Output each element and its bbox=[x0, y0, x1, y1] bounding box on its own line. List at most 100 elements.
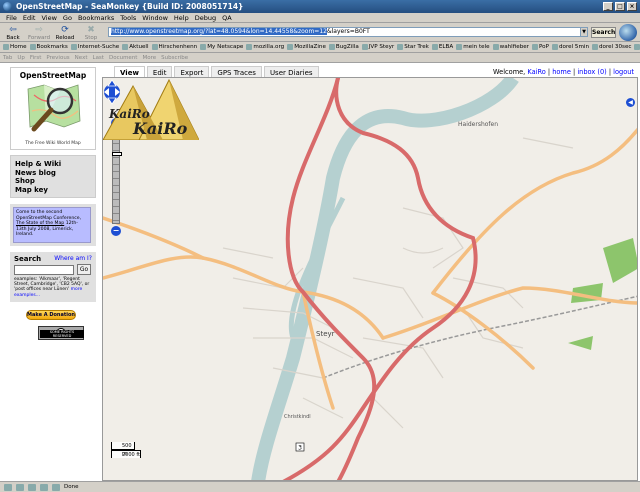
donate-button[interactable]: Make A Donation bbox=[26, 310, 76, 320]
status-icon bbox=[40, 483, 48, 491]
site-nav-previous[interactable]: Previous bbox=[46, 55, 69, 61]
kairo-watermark-logo: KaiRo KaiRo bbox=[103, 78, 199, 140]
menu-bar: File Edit View Go Bookmarks Tools Window Help De… bbox=[0, 13, 640, 23]
minimize-button[interactable]: _ bbox=[603, 2, 613, 11]
slippy-map[interactable]: 3 Haidershofen Steyr Christkindl + − ◀ 5… bbox=[102, 77, 638, 481]
bookmark-item[interactable]: mozilla.org bbox=[246, 44, 284, 50]
bookmark-item[interactable]: MozillaZine bbox=[287, 44, 326, 50]
notice-line1: Come to the second OpenStreetMap Confere… bbox=[16, 210, 82, 221]
site-nav-subscribe[interactable]: Subscribe bbox=[161, 55, 188, 61]
bookmark-icon bbox=[431, 44, 438, 50]
zoom-slider-handle[interactable] bbox=[112, 152, 122, 156]
bookmark-item[interactable]: PoP bbox=[531, 44, 549, 50]
forward-button[interactable]: ⇨ Forward bbox=[26, 23, 52, 41]
close-button[interactable]: × bbox=[627, 2, 637, 11]
conference-notice: Come to the second OpenStreetMap Confere… bbox=[10, 204, 96, 246]
bookmark-label: dorel 5min bbox=[558, 44, 589, 50]
bookmark-label: wahlfieber bbox=[499, 44, 529, 50]
menu-file[interactable]: File bbox=[6, 14, 17, 22]
menu-bookmarks[interactable]: Bookmarks bbox=[78, 14, 114, 22]
menu-window[interactable]: Window bbox=[142, 14, 168, 22]
bookmark-item[interactable]: Home bbox=[3, 44, 27, 50]
bookmark-item[interactable]: Hirschenhenn bbox=[151, 44, 197, 50]
bookmark-item[interactable]: dorel 5min bbox=[551, 44, 589, 50]
layer-switcher-button[interactable]: ◀ bbox=[626, 98, 635, 107]
inbox-link[interactable]: inbox (0) bbox=[577, 68, 606, 76]
place-label-haidershofen: Haidershofen bbox=[458, 121, 498, 128]
reload-button[interactable]: ⟳ Reload bbox=[52, 23, 78, 41]
site-nav-document[interactable]: Document bbox=[109, 55, 138, 61]
throbber-icon[interactable] bbox=[619, 24, 637, 41]
bookmark-icon bbox=[29, 44, 36, 50]
search-button[interactable]: Search bbox=[591, 27, 616, 38]
stop-button[interactable]: ✖ Stop bbox=[78, 23, 104, 41]
menu-tools[interactable]: Tools bbox=[120, 14, 136, 22]
status-icon bbox=[16, 483, 24, 491]
osm-logo-icon bbox=[27, 84, 81, 132]
site-nav-first[interactable]: First bbox=[30, 55, 42, 61]
web-page: OpenStreetMap The Free Wiki World Map He… bbox=[0, 63, 640, 481]
seamonkey-icon bbox=[3, 2, 12, 11]
site-nav-up[interactable]: Up bbox=[17, 55, 25, 61]
bookmark-label: Aktuell bbox=[129, 44, 149, 50]
bookmark-item[interactable]: JVP Steyr bbox=[361, 44, 394, 50]
bookmark-icon bbox=[492, 44, 499, 50]
bookmark-icon bbox=[551, 44, 558, 50]
menu-edit[interactable]: Edit bbox=[23, 14, 36, 22]
news-blog-link[interactable]: News blog bbox=[15, 169, 91, 178]
url-input[interactable]: http://www.openstreetmap.org/?lat=48.059… bbox=[108, 27, 588, 37]
bookmark-item[interactable]: ELBA bbox=[431, 44, 453, 50]
forward-icon: ⇨ bbox=[35, 25, 43, 35]
bookmark-icon bbox=[361, 44, 368, 50]
logo-box[interactable]: OpenStreetMap The Free Wiki World Map bbox=[10, 67, 96, 150]
help-wiki-link[interactable]: Help & Wiki bbox=[15, 160, 91, 169]
shop-link[interactable]: Shop bbox=[15, 177, 91, 186]
scale-bar: 500 m 2000 ft bbox=[111, 442, 141, 458]
bookmark-label: BugZilla bbox=[335, 44, 359, 50]
menu-view[interactable]: View bbox=[41, 14, 56, 22]
bookmark-item[interactable]: Bookmarks bbox=[29, 44, 68, 50]
sidebar-nav: Help & Wiki News blog Shop Map key bbox=[10, 155, 96, 198]
stop-icon: ✖ bbox=[87, 25, 95, 35]
bookmark-item[interactable]: dorel 30sec bbox=[592, 44, 631, 50]
site-nav-more[interactable]: More bbox=[142, 55, 156, 61]
site-nav-next[interactable]: Next bbox=[75, 55, 88, 61]
home-link[interactable]: home bbox=[552, 68, 571, 76]
zoom-slider[interactable] bbox=[112, 129, 122, 224]
bookmark-label: Bookmarks bbox=[36, 44, 68, 50]
creative-commons-badge[interactable]: cc SOME RIGHTS RESERVED bbox=[38, 326, 84, 340]
zoom-out-button[interactable]: − bbox=[111, 226, 121, 236]
forest-area bbox=[603, 238, 637, 283]
site-nav-tab[interactable]: Tab bbox=[3, 55, 12, 61]
bookmark-item[interactable]: wahlfieber bbox=[492, 44, 529, 50]
bookmark-item[interactable]: My Netscape bbox=[200, 44, 243, 50]
user-link[interactable]: KaiRo bbox=[527, 68, 545, 76]
cc-label: SOME RIGHTS RESERVED bbox=[40, 330, 84, 338]
go-button[interactable]: Go bbox=[77, 264, 91, 275]
maximize-button[interactable]: □ bbox=[615, 2, 625, 11]
bookmark-item[interactable]: Star Trek bbox=[397, 44, 429, 50]
bookmarks-toolbar: Home Bookmarks Internet-Suche Aktuell Hirsch… bbox=[0, 42, 640, 53]
menu-debug[interactable]: Debug bbox=[195, 14, 216, 22]
logout-link[interactable]: logout bbox=[613, 68, 634, 76]
bookmark-label: Star Trek bbox=[404, 44, 429, 50]
where-am-i-link[interactable]: Where am I? bbox=[54, 255, 92, 262]
status-icon bbox=[52, 483, 60, 491]
menu-go[interactable]: Go bbox=[63, 14, 72, 22]
notice-content: Come to the second OpenStreetMap Confere… bbox=[13, 207, 91, 243]
menu-qa[interactable]: QA bbox=[222, 14, 232, 22]
bookmark-icon bbox=[592, 44, 598, 50]
bookmark-icon bbox=[3, 44, 9, 50]
bookmark-item[interactable]: BugZilla bbox=[328, 44, 359, 50]
menu-help[interactable]: Help bbox=[174, 14, 189, 22]
state-of-the-map-link[interactable]: The State of the Map bbox=[16, 221, 64, 226]
map-search-input[interactable] bbox=[14, 265, 74, 275]
back-button[interactable]: ⇦ Back bbox=[0, 23, 26, 41]
bookmark-item[interactable]: Aktuell bbox=[122, 44, 149, 50]
url-dropdown-button[interactable]: ▼ bbox=[580, 27, 588, 37]
bookmark-item[interactable]: H2O bbox=[634, 44, 640, 50]
map-key-link[interactable]: Map key bbox=[15, 186, 91, 195]
bookmark-item[interactable]: Internet-Suche bbox=[70, 44, 119, 50]
site-nav-last[interactable]: Last bbox=[93, 55, 104, 61]
bookmark-item[interactable]: mein tele bbox=[456, 44, 490, 50]
